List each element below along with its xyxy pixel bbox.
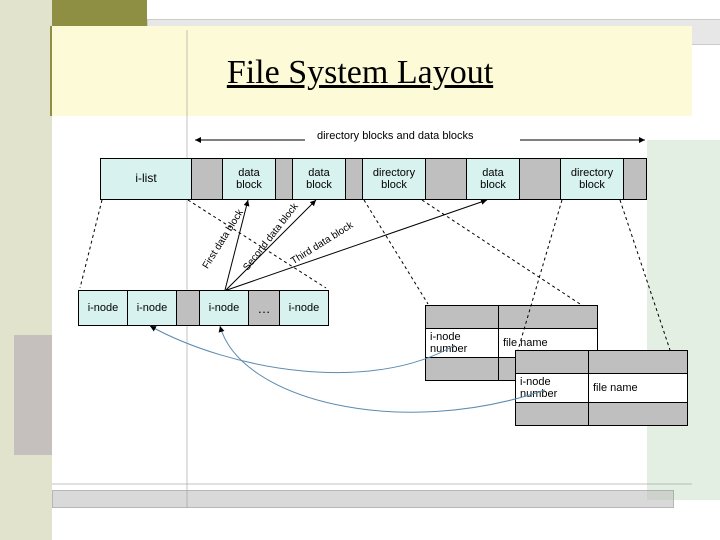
dir-col-filename-2: file name bbox=[589, 374, 688, 403]
dir-col-inode: i-node number bbox=[426, 329, 499, 358]
inode-3: i-node bbox=[199, 290, 249, 326]
inode-1: i-node bbox=[78, 290, 128, 326]
dir-entry-table-2: i-node numberfile name bbox=[515, 350, 688, 426]
block-data-2: data block bbox=[292, 158, 346, 200]
block-dir-2: directory block bbox=[560, 158, 624, 200]
inode-4: i-node bbox=[279, 290, 329, 326]
label-first-block: First data block bbox=[201, 208, 246, 271]
gap5 bbox=[519, 158, 561, 200]
page-title: File System Layout bbox=[0, 54, 720, 92]
deco-bottom-bar bbox=[52, 490, 674, 508]
label-third-block: Third data block bbox=[289, 220, 355, 267]
gap4 bbox=[425, 158, 467, 200]
span-caption: directory blocks and data blocks bbox=[317, 130, 474, 142]
deco-frame-line-b bbox=[52, 483, 692, 485]
deco-left-mauve bbox=[14, 335, 52, 455]
gap3 bbox=[345, 158, 363, 200]
block-data-3: data block bbox=[466, 158, 520, 200]
deco-right-mint bbox=[647, 140, 720, 500]
deco-top-olive bbox=[52, 0, 147, 26]
inode-gap-1 bbox=[176, 290, 200, 326]
gap6 bbox=[623, 158, 647, 200]
inode-2: i-node bbox=[127, 290, 177, 326]
gap2 bbox=[275, 158, 293, 200]
block-ilist: i-list bbox=[100, 158, 192, 200]
inode-dots: … bbox=[248, 290, 280, 326]
block-dir-1: directory block bbox=[362, 158, 426, 200]
dir-col-inode-2: i-node number bbox=[516, 374, 589, 403]
deco-frame-line-v bbox=[186, 30, 188, 508]
block-data-1: data block bbox=[222, 158, 276, 200]
gap1 bbox=[191, 158, 223, 200]
